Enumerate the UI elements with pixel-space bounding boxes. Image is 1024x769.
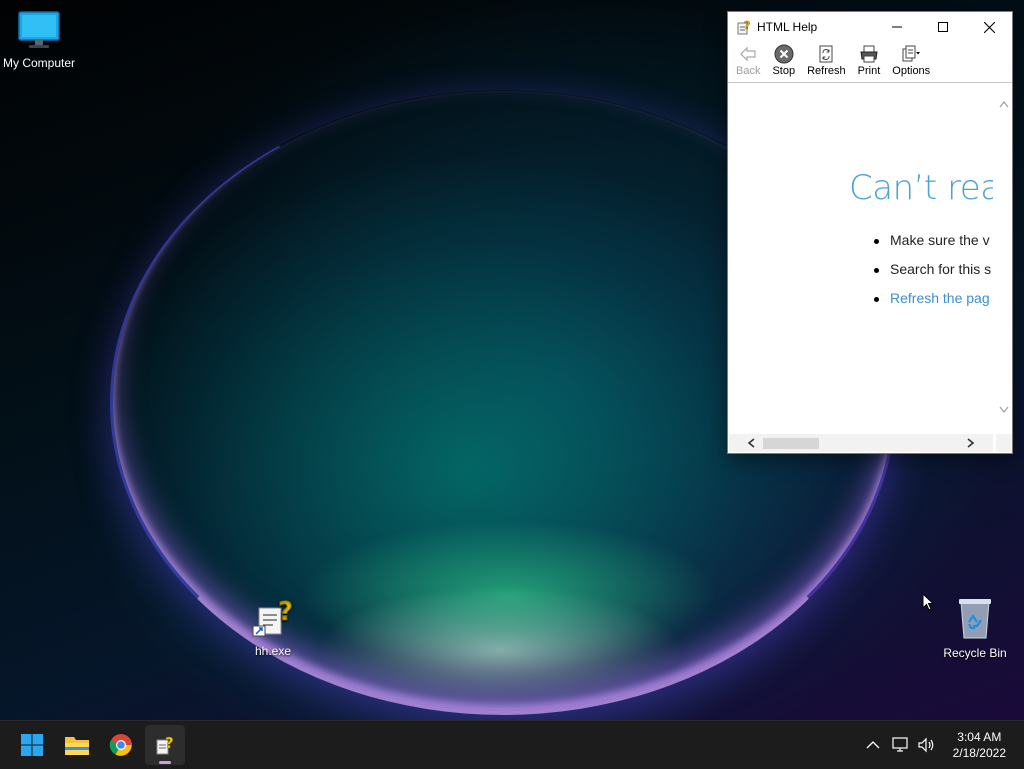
printer-icon [860, 45, 878, 63]
chevron-up-icon[interactable] [866, 740, 880, 750]
mouse-cursor-icon [922, 593, 935, 611]
print-button[interactable]: Print [852, 42, 887, 77]
scroll-down-icon [999, 406, 1009, 414]
help-content-pane: Can’t reac Make sure the v Search for th… [729, 84, 993, 434]
monitor-icon [18, 11, 60, 48]
minimize-button[interactable] [874, 12, 920, 42]
system-tray [866, 721, 936, 769]
refresh-page-link[interactable]: Refresh the pag [874, 290, 991, 319]
scroll-right-icon [967, 438, 975, 448]
start-button[interactable] [12, 725, 52, 765]
html-help-window: ? HTML Help Back Stop Refresh Print Opti… [727, 11, 1013, 454]
desktop-icon-label: My Computer [2, 56, 76, 70]
wallpaper-glow [300, 520, 720, 670]
list-item: Search for this s [874, 261, 991, 290]
file-explorer-button[interactable] [57, 725, 97, 765]
help-toolbar: Back Stop Refresh Print Options [728, 42, 1012, 83]
chrome-button[interactable] [101, 725, 141, 765]
active-indicator [159, 761, 171, 764]
maximize-button[interactable] [920, 12, 966, 42]
close-button[interactable] [966, 12, 1012, 42]
desktop-icon-my-computer[interactable]: My Computer [0, 10, 79, 70]
stop-icon [774, 44, 794, 64]
horizontal-scroll-thumb[interactable] [763, 438, 819, 449]
back-arrow-icon [740, 46, 756, 62]
options-icon [902, 45, 921, 62]
horizontal-scrollbar[interactable] [729, 434, 993, 452]
stop-label: Stop [772, 65, 796, 77]
list-item: Make sure the v [874, 232, 991, 261]
html-help-icon: ? [156, 734, 174, 755]
html-help-icon: ? [737, 19, 751, 35]
title-bar[interactable]: ? HTML Help [728, 12, 1012, 42]
stop-button[interactable]: Stop [766, 42, 801, 77]
help-shortcut-icon: ? [252, 597, 293, 637]
desktop-icon-recycle-bin[interactable]: Recycle Bin [935, 596, 1015, 660]
file-explorer-icon [65, 737, 89, 755]
svg-text:?: ? [278, 597, 293, 627]
taskbar-clock[interactable]: 3:04 AM 2/18/2022 [953, 729, 1006, 761]
taskbar: ? 3:04 AM 2/18/2022 [0, 720, 1024, 769]
back-button[interactable]: Back [730, 42, 766, 77]
window-title: HTML Help [757, 20, 818, 34]
scroll-left-icon [747, 438, 755, 448]
refresh-button[interactable]: Refresh [801, 42, 852, 77]
clock-time: 3:04 AM [957, 730, 1002, 744]
back-label: Back [736, 65, 761, 77]
desktop-icon-label: hh.exe [254, 644, 292, 658]
chrome-icon [109, 734, 132, 756]
options-label: Options [892, 65, 931, 77]
minimize-icon [892, 26, 902, 28]
svg-text:?: ? [744, 19, 750, 32]
network-icon[interactable] [892, 737, 910, 753]
start-icon [21, 734, 43, 756]
maximize-icon [938, 22, 948, 32]
options-button[interactable]: Options [886, 42, 936, 77]
scroll-corner [996, 434, 1012, 452]
clock-date: 2/18/2022 [952, 746, 1006, 760]
scroll-up-icon [999, 100, 1009, 108]
close-icon [983, 21, 995, 33]
recycle-bin-icon [959, 599, 991, 639]
desktop-icon-label: Recycle Bin [943, 646, 1007, 660]
html-help-taskbar-button[interactable]: ? [145, 725, 185, 765]
svg-text:?: ? [165, 734, 174, 752]
volume-icon[interactable] [918, 737, 936, 753]
error-heading: Can’t reac [849, 168, 993, 208]
refresh-icon [819, 45, 833, 63]
desktop-icon-hh-exe[interactable]: ? hh.exe [233, 596, 313, 658]
print-label: Print [857, 65, 881, 77]
refresh-label: Refresh [807, 65, 846, 77]
vertical-scrollbar[interactable] [996, 84, 1012, 434]
error-suggestions: Make sure the v Search for this s Refres… [874, 232, 991, 319]
